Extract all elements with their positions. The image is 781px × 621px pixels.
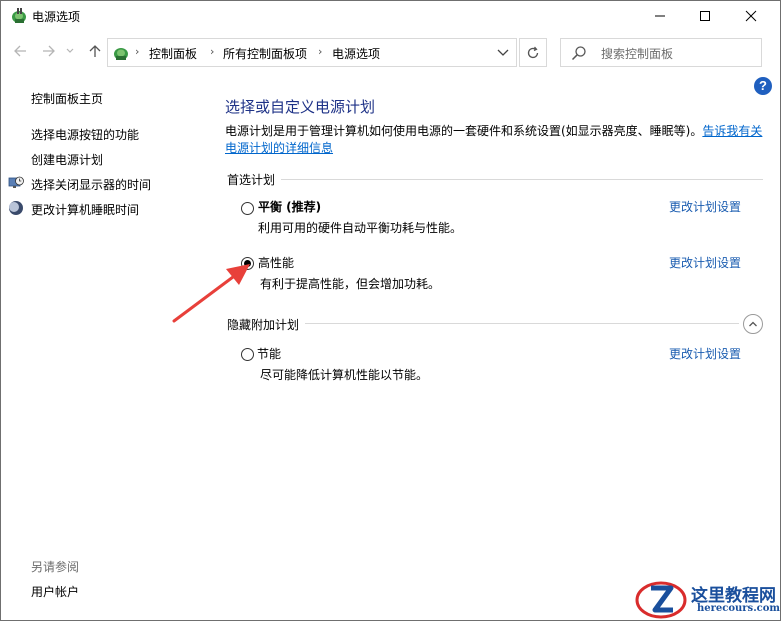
plan-desc-balanced: 利用可用的硬件自动平衡功耗与性能。 — [258, 221, 463, 235]
collapse-hidden-plans-button[interactable] — [743, 314, 763, 334]
arrow-up-icon — [89, 45, 101, 57]
power-button-function-link[interactable]: 选择电源按钮的功能 — [31, 126, 139, 143]
refresh-icon — [527, 46, 539, 58]
plan-name-high-performance[interactable]: 高性能 — [258, 254, 294, 271]
up-button[interactable] — [85, 41, 105, 61]
moon-icon — [9, 201, 23, 215]
search-box[interactable]: 搜索控制面板 — [560, 38, 762, 67]
arrow-right-icon — [43, 45, 55, 57]
help-button[interactable]: ? — [754, 77, 772, 95]
forward-button[interactable] — [39, 41, 59, 61]
control-panel-icon — [114, 48, 128, 60]
refresh-button[interactable] — [519, 38, 547, 67]
maximize-icon — [700, 11, 710, 21]
window-title: 电源选项 — [32, 10, 81, 24]
maximize-button[interactable] — [682, 1, 728, 31]
minimize-icon — [655, 15, 665, 17]
sleep-time-link[interactable]: 更改计算机睡眠时间 — [31, 201, 139, 218]
watermark-url: herecours.com — [697, 603, 781, 614]
page-title: 选择或自定义电源计划 — [225, 98, 376, 116]
see-also-heading: 另请参阅 — [31, 560, 80, 574]
change-plan-settings-high-performance-link[interactable]: 更改计划设置 — [669, 254, 741, 271]
hidden-plans-heading: 隐藏附加计划 — [227, 316, 306, 333]
recent-locations-button[interactable] — [63, 41, 77, 61]
breadcrumb-separator-icon: › — [135, 45, 140, 58]
address-bar[interactable]: › 控制面板 › 所有控制面板项 › 电源选项 — [107, 38, 517, 67]
title-bar: 电源选项 — [1, 1, 780, 31]
create-power-plan-link[interactable]: 创建电源计划 — [31, 151, 103, 168]
plan-radio-balanced[interactable] — [241, 202, 254, 215]
chevron-up-icon — [749, 321, 757, 327]
plan-name-balanced[interactable]: 平衡 (推荐) — [258, 198, 321, 215]
chevron-down-icon — [66, 48, 74, 53]
search-icon — [571, 46, 586, 61]
breadcrumb-all-items[interactable]: 所有控制面板项 — [223, 45, 307, 62]
close-icon — [745, 10, 757, 22]
power-options-icon — [12, 8, 26, 23]
close-button[interactable] — [728, 1, 774, 31]
breadcrumb-separator-icon: › — [318, 45, 323, 58]
description-text: 电源计划是用于管理计算机如何使用电源的一套硬件和系统设置(如显示器亮度、睡眠等)… — [225, 124, 703, 138]
plan-desc-high-performance: 有利于提高性能，但会增加功耗。 — [260, 277, 441, 291]
breadcrumb-separator-icon: › — [210, 45, 215, 58]
breadcrumb-power-options[interactable]: 电源选项 — [332, 45, 380, 62]
plan-name-power-saver[interactable]: 节能 — [257, 345, 281, 362]
search-placeholder: 搜索控制面板 — [601, 47, 674, 61]
navigation-bar: › 控制面板 › 所有控制面板项 › 电源选项 搜索控制面板 — [1, 31, 780, 71]
display-off-time-link[interactable]: 选择关闭显示器的时间 — [31, 176, 151, 193]
minimize-button[interactable] — [637, 1, 683, 31]
arrow-left-icon — [14, 45, 26, 57]
back-button[interactable] — [10, 41, 30, 61]
user-accounts-link[interactable]: 用户帐户 — [31, 583, 79, 600]
address-dropdown-icon[interactable] — [494, 45, 512, 61]
change-plan-settings-balanced-link[interactable]: 更改计划设置 — [669, 198, 741, 215]
annotation-arrow — [172, 264, 250, 323]
power-options-window: 电源选项 › 控制面板 › 所有控制面板项 › 电源选项 搜索控制面板 ? 控制… — [0, 0, 781, 621]
plan-radio-high-performance[interactable] — [241, 257, 254, 270]
preferred-plans-heading: 首选计划 — [227, 171, 282, 188]
breadcrumb-control-panel[interactable]: 控制面板 — [149, 45, 197, 62]
page-description: 电源计划是用于管理计算机如何使用电源的一套硬件和系统设置(如显示器亮度、睡眠等)… — [225, 123, 770, 157]
control-panel-home-link[interactable]: 控制面板主页 — [31, 90, 103, 107]
monitor-clock-icon — [8, 176, 24, 188]
change-plan-settings-power-saver-link[interactable]: 更改计划设置 — [669, 345, 741, 362]
plan-radio-power-saver[interactable] — [241, 348, 254, 361]
section-divider — [227, 179, 763, 180]
plan-desc-power-saver: 尽可能降低计算机性能以节能。 — [260, 368, 429, 382]
